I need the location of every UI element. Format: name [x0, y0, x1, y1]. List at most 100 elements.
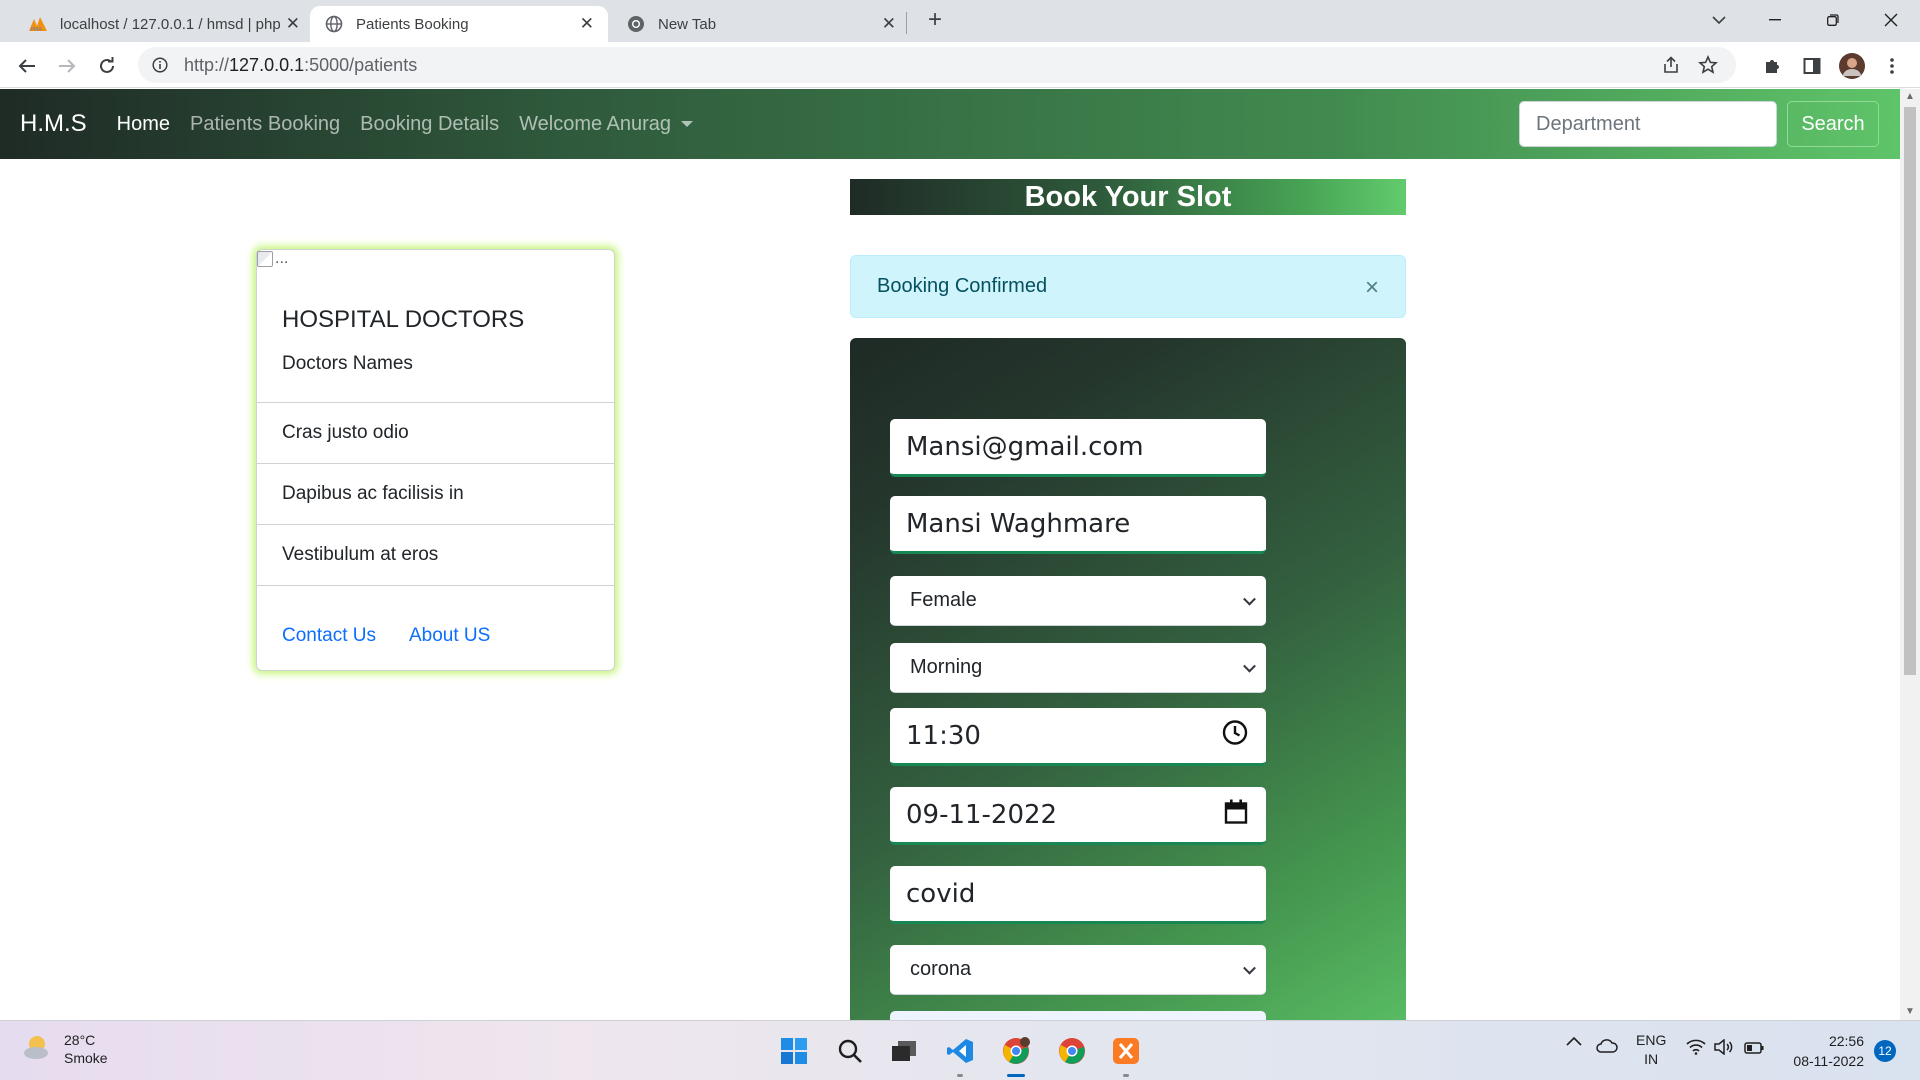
tab-patients-booking[interactable]: Patients Booking ✕	[310, 6, 608, 42]
email-value: Mansi@gmail.com	[906, 431, 1144, 462]
calendar-icon[interactable]	[1224, 798, 1248, 831]
chrome-icon[interactable]	[1054, 1033, 1090, 1069]
tab-search-icon[interactable]	[1696, 0, 1742, 40]
active-indicator	[1007, 1074, 1025, 1077]
nav-user-label: Welcome Anurag	[519, 112, 672, 135]
site-navbar: H.M.S Home Patients Booking Booking Deta…	[0, 89, 1900, 159]
vscode-icon[interactable]	[942, 1033, 978, 1077]
start-button[interactable]	[776, 1033, 812, 1069]
close-window-button[interactable]	[1868, 0, 1914, 40]
temperature: 28°C	[64, 1032, 96, 1048]
system-clock[interactable]: 22:56 08-11-2022	[1770, 1031, 1864, 1071]
nav-booking-details[interactable]: Booking Details	[360, 113, 499, 136]
menu-icon[interactable]	[1876, 50, 1908, 82]
card-image: ...	[257, 250, 288, 268]
time-field[interactable]: 11:30	[890, 708, 1266, 766]
chrome-profile-icon[interactable]	[998, 1033, 1034, 1077]
reload-button[interactable]	[91, 50, 123, 82]
show-hidden-icons[interactable]	[1566, 1033, 1582, 1049]
side-panel-icon[interactable]	[1796, 50, 1828, 82]
bookmark-star-icon[interactable]	[1698, 55, 1718, 80]
nav-home[interactable]: Home	[117, 113, 170, 136]
booking-alert: Booking Confirmed ×	[850, 255, 1406, 318]
alert-message: Booking Confirmed	[877, 275, 1048, 297]
date-field[interactable]: 09-11-2022	[890, 787, 1266, 845]
back-button[interactable]	[11, 50, 43, 82]
url-prefix: http://	[184, 54, 230, 75]
address-bar[interactable]: http://127.0.0.1:5000/patients	[138, 47, 1736, 83]
onedrive-icon[interactable]	[1596, 1039, 1618, 1056]
globe-icon	[324, 14, 344, 34]
taskbar: 28°C Smoke ENG IN 22:56 08-11-2022 12	[0, 1020, 1920, 1080]
tab-phpmyadmin[interactable]: PMA localhost / 127.0.0.1 / hmsd | php ✕	[14, 6, 314, 42]
card-title: HOSPITAL DOCTORS	[282, 306, 525, 333]
doctors-card: ... HOSPITAL DOCTORS Doctors Names Cras …	[256, 249, 615, 671]
contact-us-link[interactable]: Contact Us	[282, 625, 376, 647]
language-indicator[interactable]: ENG IN	[1636, 1031, 1666, 1069]
info-icon[interactable]	[152, 57, 168, 73]
cloudy-moon-icon	[22, 1032, 52, 1067]
extensions-icon[interactable]	[1756, 50, 1788, 82]
url-path: :5000/patients	[304, 54, 418, 75]
department-select[interactable]: corona	[890, 945, 1266, 995]
tab-new-tab[interactable]: New Tab ✕	[612, 6, 910, 42]
next-field[interactable]	[890, 1011, 1266, 1020]
shift-select[interactable]: Morning	[890, 643, 1266, 693]
close-tab-icon[interactable]: ✕	[286, 14, 300, 34]
share-icon[interactable]	[1662, 56, 1680, 79]
time-value: 11:30	[906, 720, 981, 751]
scrollbar-thumb[interactable]	[1904, 107, 1916, 675]
list-item: Vestibulum at eros	[257, 524, 614, 585]
weather-condition: Smoke	[64, 1050, 108, 1066]
chevron-down-icon	[1243, 592, 1256, 606]
xampp-icon[interactable]	[1108, 1033, 1144, 1077]
scroll-up-icon[interactable]: ▲	[1904, 91, 1916, 103]
minimize-button[interactable]	[1752, 0, 1798, 40]
page-scrollbar[interactable]: ▲ ▼	[1900, 89, 1920, 1020]
volume-icon[interactable]	[1714, 1038, 1734, 1058]
notification-badge[interactable]: 12	[1874, 1040, 1896, 1062]
card-image-alt: ...	[275, 250, 289, 267]
email-field[interactable]: Mansi@gmail.com	[890, 419, 1266, 477]
battery-icon[interactable]	[1744, 1041, 1764, 1057]
scroll-down-icon[interactable]: ▼	[1904, 1006, 1916, 1018]
department-search-input[interactable]	[1519, 101, 1777, 147]
clock-icon[interactable]	[1222, 719, 1248, 752]
search-icon[interactable]	[832, 1033, 868, 1069]
clock-time: 22:56	[1828, 1033, 1864, 1049]
weather-widget[interactable]: 28°C Smoke	[22, 1031, 108, 1067]
wifi-icon[interactable]	[1686, 1039, 1706, 1058]
about-us-link[interactable]: About US	[409, 625, 490, 647]
nav-user-dropdown[interactable]: Welcome Anurag	[519, 112, 694, 136]
browser-tab-bar: PMA localhost / 127.0.0.1 / hmsd | php ✕…	[0, 0, 1920, 42]
broken-image-icon	[257, 251, 273, 267]
running-indicator	[957, 1074, 963, 1077]
search-button[interactable]: Search	[1787, 101, 1879, 147]
close-tab-icon[interactable]: ✕	[882, 14, 896, 34]
list-item: Dapibus ac facilisis in	[257, 463, 614, 524]
region-code: IN	[1644, 1051, 1659, 1067]
chrome-icon	[626, 14, 646, 34]
name-field[interactable]: Mansi Waghmare	[890, 496, 1266, 554]
gender-value: Female	[910, 589, 977, 611]
gender-select[interactable]: Female	[890, 576, 1266, 626]
task-view-icon[interactable]	[886, 1033, 922, 1069]
phpmyadmin-icon: PMA	[28, 14, 48, 34]
close-icon[interactable]: ×	[1365, 274, 1379, 302]
close-tab-icon[interactable]: ✕	[580, 14, 594, 34]
disease-field[interactable]: covid	[890, 866, 1266, 924]
card-text: Doctors Names	[282, 353, 413, 374]
forward-button[interactable]	[51, 50, 83, 82]
list-item: Cras justo odio	[257, 402, 614, 463]
tab-title: New Tab	[658, 15, 717, 33]
tab-title: Patients Booking	[356, 15, 469, 33]
tab-separator	[906, 12, 907, 34]
restore-button[interactable]	[1810, 0, 1856, 40]
navbar-brand[interactable]: H.M.S	[20, 110, 87, 138]
clock-date: 08-11-2022	[1793, 1053, 1864, 1069]
url-text: http://127.0.0.1:5000/patients	[184, 55, 417, 76]
booking-form: Mansi@gmail.com Mansi Waghmare Female Mo…	[850, 338, 1406, 1020]
nav-patients-booking[interactable]: Patients Booking	[190, 113, 340, 136]
new-tab-button[interactable]: +	[912, 0, 958, 40]
profile-avatar[interactable]	[1836, 50, 1868, 82]
